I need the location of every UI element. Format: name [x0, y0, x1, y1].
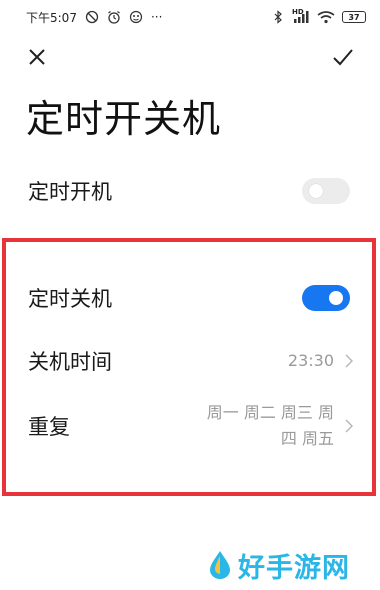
toggle-knob [309, 184, 323, 198]
repeat-value: 周一 周二 周三 周 四 周五 [207, 400, 334, 452]
signal-icon: HD [292, 8, 310, 24]
network-badge: HD [292, 8, 304, 16]
wifi-icon [317, 10, 335, 24]
bluetooth-icon [271, 10, 285, 24]
close-icon [29, 49, 45, 65]
power-off-row[interactable]: 定时关机 [0, 268, 380, 328]
power-on-toggle[interactable] [302, 178, 350, 204]
toolbar [0, 36, 380, 76]
repeat-row[interactable]: 重复 周一 周二 周三 周 四 周五 [0, 395, 380, 457]
logo-drop-icon [210, 551, 230, 579]
power-off-label: 定时关机 [28, 287, 112, 311]
status-right: HD 37 [271, 8, 366, 24]
repeat-label: 重复 [28, 415, 70, 439]
shutdown-time-label: 关机时间 [28, 350, 112, 374]
repeat-value-line-1: 周一 周二 周三 周 [206, 403, 334, 422]
page-title: 定时开关机 [26, 97, 222, 141]
status-more-indicator: ··· [150, 10, 163, 24]
watermark-text: 好手游网 [238, 552, 350, 584]
confirm-button[interactable] [328, 42, 358, 72]
power-on-label: 定时开机 [28, 180, 112, 204]
status-time: 下午5:07 [26, 10, 77, 25]
status-bar: 下午5:07 ··· HD 37 [0, 0, 380, 34]
do-not-disturb-icon [85, 10, 99, 24]
chevron-right-icon [344, 353, 354, 369]
shutdown-time-row[interactable]: 关机时间 23:30 [0, 331, 380, 391]
watermark-logo: 好手游网 [208, 545, 368, 585]
toggle-knob [329, 291, 343, 305]
shutdown-time-value: 23:30 [287, 351, 334, 370]
checkmark-icon [333, 49, 353, 66]
battery-level: 37 [348, 12, 360, 22]
power-on-row[interactable]: 定时开机 [0, 161, 380, 221]
repeat-value-line-2: 四 周五 [280, 429, 334, 448]
power-off-toggle[interactable] [302, 285, 350, 311]
chevron-right-icon [344, 418, 354, 434]
battery-icon: 37 [342, 11, 366, 23]
notification-app-icon [129, 10, 143, 24]
close-button[interactable] [22, 42, 52, 72]
status-left: 下午5:07 ··· [26, 9, 162, 26]
alarm-icon [107, 10, 121, 24]
